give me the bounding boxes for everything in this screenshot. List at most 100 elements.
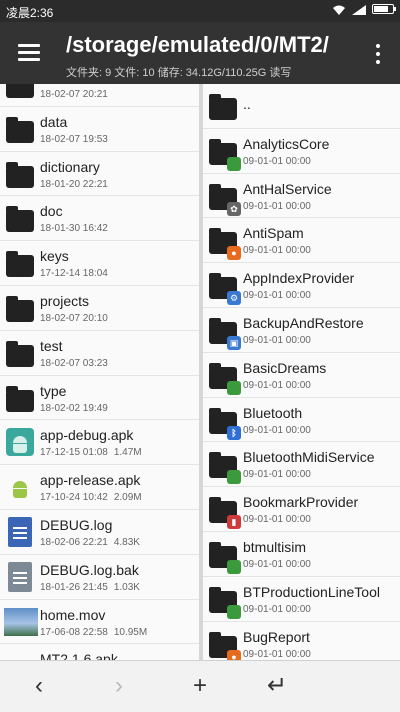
- file-row[interactable]: test 18-02-07 03:23: [0, 330, 199, 376]
- folder-row[interactable]: BTProductionLineTool 09-01-01 00:00: [203, 576, 400, 622]
- folder-name: BTProductionLineTool: [243, 583, 380, 600]
- folder-name: BluetoothMidiService: [243, 449, 375, 466]
- document-icon: [4, 561, 36, 593]
- folder-icon: [207, 583, 241, 619]
- folder-row[interactable]: btmultisim 09-01-01 00:00: [203, 531, 400, 577]
- folder-icon: [207, 359, 241, 395]
- menu-button[interactable]: [12, 38, 48, 68]
- file-date: 18-01-30 16:42: [40, 223, 108, 235]
- battery-icon: [372, 4, 396, 14]
- folder-icon: [4, 113, 36, 145]
- file-row[interactable]: DEBUG.log 18-02-06 22:21 4.83K: [0, 509, 199, 555]
- folder-date: 09-01-01 00:00: [243, 469, 311, 481]
- return-button[interactable]: ↵: [262, 673, 292, 701]
- folder-row[interactable]: ⚙ AppIndexProvider 09-01-01 00:00: [203, 263, 400, 308]
- file-name: home.mov: [40, 606, 106, 623]
- folder-name: BookmarkProvider: [243, 494, 359, 511]
- file-row[interactable]: data 18-02-07 19:53: [0, 106, 199, 152]
- file-date: 18-02-07 19:53: [40, 133, 108, 145]
- file-date: 18-02-07 20:21: [40, 89, 108, 100]
- folder-icon: [4, 84, 36, 100]
- right-file-pane[interactable]: .. AnalyticsCore 09-01-01 00:00 ✿ AntHalServ…: [203, 84, 400, 660]
- folder-row[interactable]: ▣ BackupAndRestore 09-01-01 00:00: [203, 307, 400, 353]
- file-meta: 18-02-06 22:21 4.83K: [40, 537, 140, 548]
- folder-date: 09-01-01 00:00: [243, 245, 311, 257]
- folder-name: BasicDreams: [243, 359, 327, 376]
- folder-row[interactable]: AnalyticsCore 09-01-01 00:00: [203, 128, 400, 174]
- folder-date: 09-01-01 00:00: [243, 424, 311, 436]
- file-row[interactable]: DEBUG.log.bak 18-01-26 21:45 1.03K: [0, 554, 199, 600]
- file-name: dictionary: [40, 158, 100, 175]
- folder-name: AntHalService: [243, 180, 332, 197]
- file-date: 18-01-26 21:45: [40, 581, 108, 593]
- app-badge-icon: ▮: [227, 515, 241, 530]
- folder-row[interactable]: BluetoothMidiService 09-01-01 00:00: [203, 442, 400, 488]
- status-time: 凌晨2:36: [6, 6, 54, 20]
- folder-date: 09-01-01 00:00: [243, 603, 311, 615]
- left-file-pane[interactable]: androidsdk 18-02-07 20:21 data 18-02-07 19:…: [0, 84, 199, 660]
- file-row[interactable]: dictionary 18-01-20 22:21: [0, 151, 199, 197]
- file-row[interactable]: home.mov 17-06-08 22:58 10.95M: [0, 599, 199, 645]
- file-meta: 17-12-14 18:04: [40, 268, 114, 279]
- file-size: 10.95M: [113, 626, 148, 638]
- folder-row[interactable]: ▮ BookmarkProvider 09-01-01 00:00: [203, 487, 400, 532]
- folder-name: ..: [243, 96, 251, 112]
- file-row[interactable]: keys 17-12-14 18:04: [0, 241, 199, 286]
- app-bar: /storage/emulated/0/MT2/ 文件夹: 9 文件: 10 储…: [0, 22, 400, 84]
- video-thumbnail-icon: [4, 606, 38, 638]
- folder-name: AntiSpam: [243, 225, 304, 242]
- folder-icon: [4, 292, 36, 324]
- file-meta: 18-02-07 20:21: [40, 89, 114, 100]
- file-row[interactable]: MT2.1.6.apk: [0, 644, 199, 660]
- file-row[interactable]: type 18-02-02 19:49: [0, 375, 199, 421]
- file-name: type: [40, 382, 67, 399]
- file-row[interactable]: androidsdk 18-02-07 20:21: [0, 84, 199, 107]
- file-date: 17-12-15 01:08: [40, 447, 108, 459]
- folder-row[interactable]: ● BugReport 09-01-01 00:00: [203, 621, 400, 660]
- file-meta: 18-01-26 21:45 1.03K: [40, 582, 140, 593]
- folder-date: 09-01-01 00:00: [243, 200, 311, 212]
- file-name: projects: [40, 292, 90, 309]
- add-button[interactable]: +: [185, 673, 215, 701]
- app-badge-icon: ▣: [227, 335, 241, 350]
- app-badge-icon: ●: [227, 649, 241, 660]
- app-badge-icon: [227, 604, 241, 619]
- folder-icon: ●: [207, 224, 241, 261]
- app-badge-icon: [227, 156, 241, 171]
- file-meta: 18-01-20 22:21: [40, 179, 114, 190]
- file-row[interactable]: projects 18-02-07 20:10: [0, 285, 199, 331]
- overflow-menu-button[interactable]: [370, 42, 386, 66]
- file-name: doc: [40, 203, 63, 220]
- file-row[interactable]: app-debug.apk 17-12-15 01:08 1.47M: [0, 420, 199, 466]
- folder-icon: [207, 448, 241, 485]
- folder-icon: [4, 202, 36, 234]
- folder-icon: [207, 135, 241, 171]
- back-button[interactable]: ‹: [24, 673, 54, 701]
- folder-row[interactable]: ● AntiSpam 09-01-01 00:00: [203, 218, 400, 264]
- app-badge-icon: ●: [227, 246, 241, 261]
- folder-row[interactable]: ᛒ Bluetooth 09-01-01 00:00: [203, 397, 400, 443]
- folder-row[interactable]: BasicDreams 09-01-01 00:00: [203, 352, 400, 398]
- file-name: keys: [40, 248, 69, 265]
- file-row[interactable]: doc 18-01-30 16:42: [0, 196, 199, 242]
- file-date: 18-02-07 20:10: [40, 312, 108, 324]
- file-meta: 17-12-15 01:08 1.47M: [40, 447, 142, 458]
- folder-date: 09-01-01 00:00: [243, 648, 311, 660]
- forward-button[interactable]: ›: [104, 673, 134, 701]
- signal-icon: [352, 4, 366, 15]
- folder-icon: [207, 90, 239, 122]
- android-apk-icon: [4, 650, 36, 660]
- folder-date: 09-01-01 00:00: [243, 290, 311, 302]
- folder-icon: [207, 538, 241, 574]
- file-name: MT2.1.6.apk: [40, 651, 118, 660]
- file-meta: 18-02-07 20:10: [40, 313, 114, 324]
- file-row[interactable]: app-release.apk 17-10-24 10:42 2.09M: [0, 465, 199, 510]
- file-name: app-release.apk: [40, 472, 141, 489]
- file-meta: 18-02-07 19:53: [40, 134, 114, 145]
- folder-icon: ▣: [207, 314, 241, 350]
- status-bar: 凌晨2:36: [0, 0, 400, 22]
- folder-icon: ▮: [207, 493, 241, 530]
- app-badge-icon: [227, 559, 241, 574]
- parent-directory-row[interactable]: ..: [203, 84, 400, 129]
- folder-row[interactable]: ✿ AntHalService 09-01-01 00:00: [203, 173, 400, 219]
